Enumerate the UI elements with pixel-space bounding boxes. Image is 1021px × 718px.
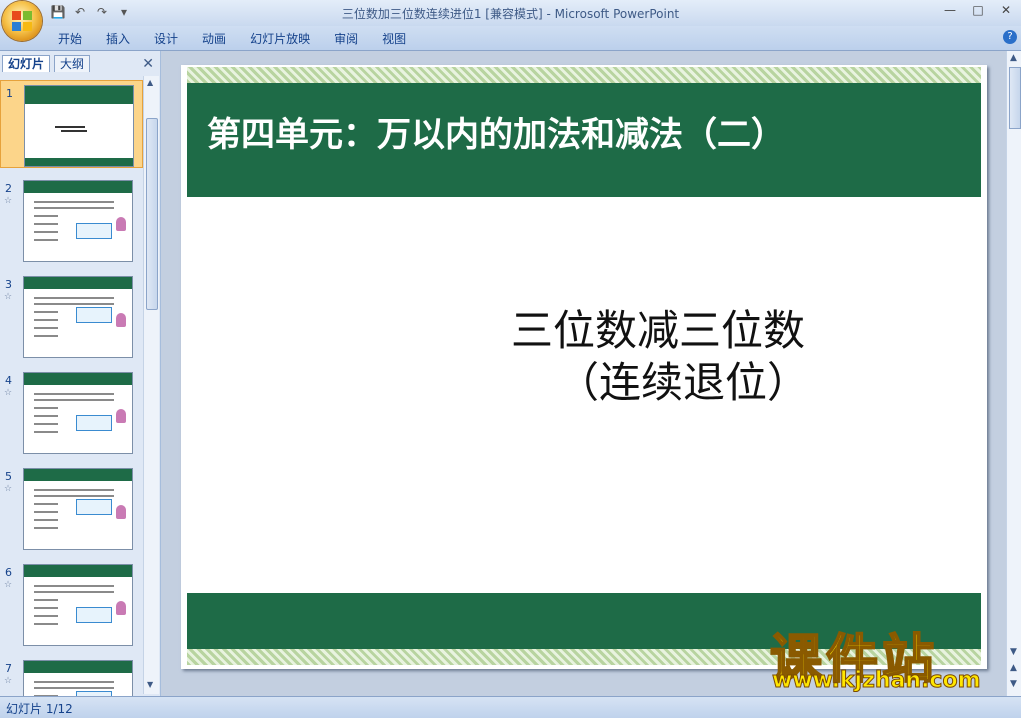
animation-star-icon: ☆ <box>4 388 13 398</box>
slide-number: 4 <box>5 374 12 387</box>
slide-subtitle-line2[interactable]: （连续退位） <box>557 349 809 410</box>
slide-title[interactable]: 第四单元：万以内的加法和减法（二） <box>207 107 785 156</box>
slide-number: 2 <box>5 182 12 195</box>
thumbnail-preview <box>23 276 133 358</box>
slide-thumbnail[interactable]: 5 ☆ <box>0 464 143 552</box>
thumbnail-scrollbar[interactable]: ▲ ▼ <box>143 76 159 694</box>
close-icon[interactable]: ✕ <box>999 3 1013 17</box>
scroll-down-icon[interactable]: ▼ <box>147 680 153 689</box>
ribbon: 开始 插入 设计 动画 幻灯片放映 审阅 视图 ? <box>0 26 1021 51</box>
slide-thumbnail[interactable]: 2 ☆ <box>0 176 143 264</box>
thumbnail-preview <box>23 564 133 646</box>
ribbon-tabs: 开始 插入 设计 动画 幻灯片放映 审阅 视图 <box>46 30 418 48</box>
scroll-up-icon[interactable]: ▲ <box>147 78 153 87</box>
top-stripe <box>187 67 981 83</box>
thumbnail-preview <box>23 468 133 550</box>
help-icon[interactable]: ? <box>1003 30 1017 44</box>
thumbnail-preview <box>23 372 133 454</box>
thumbnail-preview <box>23 180 133 262</box>
office-button[interactable] <box>2 1 42 41</box>
slide-number: 1 <box>6 87 13 100</box>
window-title: 三位数加三位数连续进位1 [兼容模式] - Microsoft PowerPoi… <box>341 7 680 21</box>
minimize-icon[interactable]: — <box>943 3 957 17</box>
office-logo-icon <box>12 11 32 31</box>
ribbon-tab[interactable]: 动画 <box>190 30 238 48</box>
ribbon-tab[interactable]: 开始 <box>46 30 94 48</box>
ribbon-tab[interactable]: 设计 <box>142 30 190 48</box>
slide-thumbnail[interactable]: 6 ☆ <box>0 560 143 648</box>
slide-thumbnail[interactable]: 7 ☆ <box>0 656 143 696</box>
slide-thumbnail[interactable]: 4 ☆ <box>0 368 143 456</box>
maximize-icon[interactable]: □ <box>971 3 985 17</box>
scroll-up-icon[interactable]: ▲ <box>1010 53 1017 63</box>
animation-star-icon: ☆ <box>4 484 13 494</box>
ribbon-tab[interactable]: 幻灯片放映 <box>238 30 322 48</box>
ribbon-tab[interactable]: 插入 <box>94 30 142 48</box>
next-slide-icon[interactable]: ▼ <box>1010 679 1017 689</box>
tab-outline[interactable]: 大纲 <box>54 55 91 72</box>
thumbnail-preview <box>24 85 134 167</box>
slide-number: 6 <box>5 566 12 579</box>
panel-tabs: 幻灯片 大纲 ✕ <box>0 53 160 73</box>
slides-panel: 幻灯片 大纲 ✕ 1 2 ☆ 3 ☆ 4 ☆ 5 ☆ 6 ☆ 7 ☆ ▲ ▼ <box>0 51 161 696</box>
thumbnail-list: 1 2 ☆ 3 ☆ 4 ☆ 5 ☆ 6 ☆ 7 ☆ <box>0 76 143 696</box>
slide-counter: 幻灯片 1/12 <box>6 702 73 716</box>
animation-star-icon: ☆ <box>4 292 13 302</box>
slide-thumbnail[interactable]: 1 <box>0 80 143 168</box>
slide-thumbnail[interactable]: 3 ☆ <box>0 272 143 360</box>
animation-star-icon: ☆ <box>4 580 13 590</box>
slide-edit-area: 第四单元：万以内的加法和减法（二） 三位数减三位数 （连续退位） <box>161 51 1006 696</box>
window-controls: — □ ✕ <box>943 3 1013 17</box>
slide-number: 3 <box>5 278 12 291</box>
slide-number: 7 <box>5 662 12 675</box>
previous-slide-icon[interactable]: ▲ <box>1010 663 1017 673</box>
title-bar: 💾 ↶ ↷ ▾ 三位数加三位数连续进位1 [兼容模式] - Microsoft … <box>0 0 1021 26</box>
tab-slides[interactable]: 幻灯片 <box>2 55 51 72</box>
animation-star-icon: ☆ <box>4 676 13 686</box>
slide-scrollbar[interactable]: ▲ ▼ ▲ ▼ <box>1006 51 1021 696</box>
thumbnail-preview <box>23 660 133 696</box>
watermark-url: www.kjzhan.com <box>772 668 982 694</box>
slide-number: 5 <box>5 470 12 483</box>
ribbon-tab[interactable]: 视图 <box>370 30 418 48</box>
status-bar: 幻灯片 1/12 <box>0 696 1021 718</box>
ribbon-tab[interactable]: 审阅 <box>322 30 370 48</box>
close-panel-icon[interactable]: ✕ <box>142 56 154 72</box>
scroll-down-icon[interactable]: ▼ <box>1010 647 1017 657</box>
current-slide[interactable]: 第四单元：万以内的加法和减法（二） 三位数减三位数 （连续退位） <box>181 65 987 669</box>
animation-star-icon: ☆ <box>4 196 13 206</box>
scroll-thumb[interactable] <box>146 118 158 310</box>
scroll-thumb[interactable] <box>1009 67 1021 129</box>
